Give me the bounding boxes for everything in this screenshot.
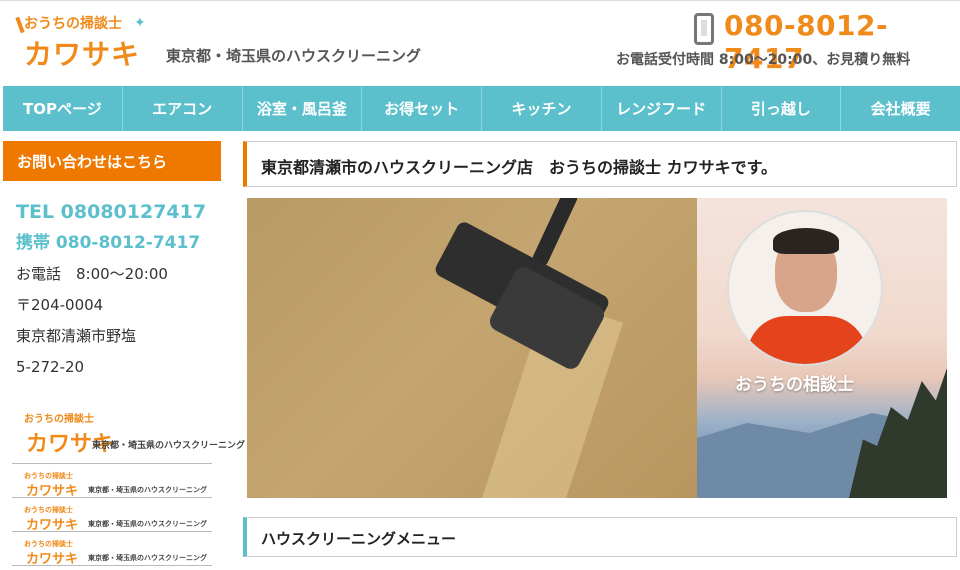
contact-info: TEL 08080127417 携帯 080-8012-7417 お電話 8:0… [16, 196, 216, 383]
contact-address-line1: 東京都清瀬市野塩 [16, 327, 137, 345]
nav-item-top[interactable]: TOPページ [3, 86, 123, 131]
portrait-shirt [747, 316, 867, 364]
banner-small-text: おうちの掃談士 [24, 414, 94, 425]
banner-big-text: カワサキ [26, 552, 79, 567]
portrait-hair [773, 228, 839, 254]
nav-item-moving[interactable]: 引っ越し [722, 86, 842, 131]
sidebar-banner[interactable]: おうちの掃談士 カワサキ 東京都・埼玉県のハウスクリーニング [12, 538, 212, 567]
site-header: おうちの掃談士 ✦ カワサキ 東京都・埼玉県のハウスクリーニング 080-801… [0, 0, 960, 86]
site-tagline: 東京都・埼玉県のハウスクリーニング [166, 47, 422, 65]
nav-item-set-deals[interactable]: お得セット [362, 86, 482, 131]
contact-heading[interactable]: お問い合わせはこちら [3, 141, 221, 181]
contact-address-line2: 5-272-20 [16, 358, 85, 376]
nav-item-company[interactable]: 会社概要 [841, 86, 960, 131]
banner-big-text: カワサキ [26, 518, 79, 533]
nav-item-range-hood[interactable]: レンジフード [602, 86, 722, 131]
contact-hours: お電話 8:00～20:00 [16, 265, 168, 283]
menu-heading: ハウスクリーニングメニュー [243, 517, 957, 557]
nav-item-bathroom[interactable]: 浴室・風呂釜 [243, 86, 363, 131]
banner-big-text: カワサキ [26, 484, 79, 499]
owner-portrait [727, 210, 883, 366]
page-title: 東京都清瀬市のハウスクリーニング店 おうちの掃談士 カワサキです。 [243, 141, 957, 187]
hero-image: おうちの相談士 [247, 198, 947, 498]
banner-tagline: 東京都・埼玉県のハウスクリーニング [92, 441, 246, 451]
banner-tagline: 東京都・埼玉県のハウスクリーニング [88, 520, 207, 528]
site-logo[interactable]: おうちの掃談士 ✦ カワサキ [15, 13, 158, 75]
sidebar-banner[interactable]: おうちの掃談士 カワサキ 東京都・埼玉県のハウスクリーニング [12, 404, 245, 464]
logo-big-text: カワサキ [24, 38, 141, 71]
banner-tagline: 東京都・埼玉県のハウスクリーニング [88, 486, 207, 494]
nav-item-aircon[interactable]: エアコン [123, 86, 243, 131]
contact-mobile[interactable]: 携帯 080-8012-7417 [16, 228, 216, 259]
contact-tel[interactable]: TEL 08080127417 [16, 196, 216, 228]
header-hours-note: お電話受付時間 8:00～20:00、お見積り無料 [616, 52, 911, 68]
hero-caption: おうちの相談士 [735, 375, 854, 395]
nav-item-kitchen[interactable]: キッチン [482, 86, 602, 131]
banner-tagline: 東京都・埼玉県のハウスクリーニング [88, 554, 207, 562]
main-nav: TOPページ エアコン 浴室・風呂釜 お得セット キッチン レンジフード 引っ越… [3, 86, 960, 131]
sparkle-icon: ✦ [134, 15, 146, 31]
sidebar-banner[interactable]: おうちの掃談士 カワサキ 東京都・埼玉県のハウスクリーニング [12, 470, 212, 499]
logo-small-text: おうちの掃談士 [24, 16, 122, 32]
contact-postal: 〒204-0004 [16, 296, 104, 314]
sidebar-banner[interactable]: おうちの掃談士 カワサキ 東京都・埼玉県のハウスクリーニング [12, 504, 212, 533]
phone-icon [694, 13, 714, 45]
